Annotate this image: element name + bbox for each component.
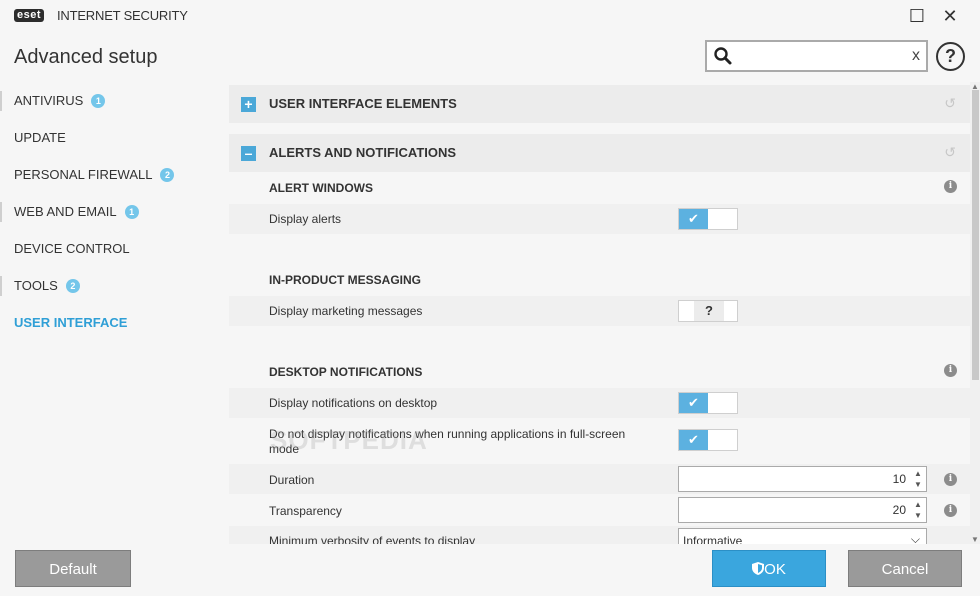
- info-icon[interactable]: i: [944, 364, 957, 377]
- info-icon[interactable]: i: [944, 180, 957, 193]
- clear-search-icon[interactable]: x: [912, 45, 920, 67]
- check-icon: ✔: [679, 393, 708, 413]
- duration-value: 10: [892, 472, 906, 486]
- setting-label: Do not display notifications when runnin…: [269, 427, 626, 456]
- sidebar-item-label: PERSONAL FIREWALL: [14, 167, 153, 182]
- section-title: ALERTS AND NOTIFICATIONS: [269, 145, 457, 160]
- display-alerts-toggle[interactable]: ✔: [678, 208, 738, 230]
- settings-panel: + USER INTERFACE ELEMENTS ↺ – ALERTS AND…: [229, 82, 970, 544]
- sidebar-item-device-control[interactable]: DEVICE CONTROL: [0, 230, 215, 267]
- question-icon: ?: [694, 301, 724, 321]
- sidebar-item-label: UPDATE: [14, 130, 66, 145]
- check-icon: ✔: [679, 430, 708, 450]
- transparency-stepper[interactable]: 20 ▲ ▼: [678, 497, 927, 523]
- info-icon[interactable]: i: [944, 504, 957, 517]
- group-title-desktop-notifications: DESKTOP NOTIFICATIONS: [269, 365, 423, 379]
- sidebar-item-label: DEVICE CONTROL: [14, 241, 130, 256]
- group-title-alert-windows: ALERT WINDOWS: [269, 181, 373, 195]
- product-name: INTERNET SECURITY: [57, 8, 188, 23]
- ok-label: OK: [764, 561, 786, 578]
- sidebar-item-label: TOOLS: [14, 278, 58, 293]
- stepper-arrows-icon[interactable]: ▲ ▼: [912, 468, 924, 490]
- verbosity-value: Informative: [683, 534, 743, 544]
- revert-icon[interactable]: ↺: [944, 95, 956, 112]
- info-icon[interactable]: i: [944, 473, 957, 486]
- shield-icon: [752, 562, 765, 575]
- display-notifications-toggle[interactable]: ✔: [678, 392, 738, 414]
- search-icon: [714, 47, 732, 65]
- setting-label: Transparency: [269, 504, 342, 518]
- page-title: Advanced setup: [14, 46, 158, 68]
- fullscreen-notifications-toggle[interactable]: ✔: [678, 429, 738, 451]
- sidebar-item-antivirus[interactable]: ANTIVIRUS 1: [0, 82, 215, 119]
- scroll-down-icon[interactable]: ▼: [971, 535, 979, 544]
- sidebar-item-label: WEB AND EMAIL: [14, 204, 117, 219]
- eset-logo: eset: [14, 9, 45, 22]
- duration-stepper[interactable]: 10 ▲ ▼: [678, 466, 927, 492]
- chevron-down-icon: ⌵: [910, 532, 920, 544]
- notification-badge: 2: [65, 279, 80, 293]
- default-button[interactable]: Default: [15, 550, 131, 587]
- collapse-icon[interactable]: –: [241, 146, 256, 161]
- marketing-messages-toggle[interactable]: ?: [678, 300, 738, 322]
- scrollbar-thumb[interactable]: [972, 90, 979, 380]
- ok-button[interactable]: OK: [712, 550, 826, 587]
- setting-label: Minimum verbosity of events to display: [269, 534, 476, 544]
- notification-badge: 1: [124, 205, 139, 219]
- sidebar-item-tools[interactable]: TOOLS 2: [0, 267, 215, 304]
- cancel-button[interactable]: Cancel: [848, 550, 962, 587]
- sidebar: ANTIVIRUS 1 UPDATE PERSONAL FIREWALL 2 WEB…: [0, 82, 215, 341]
- sidebar-item-web-and-email[interactable]: WEB AND EMAIL 1: [0, 193, 215, 230]
- setting-label: Display marketing messages: [269, 304, 423, 318]
- sidebar-item-label: ANTIVIRUS: [14, 93, 84, 108]
- notification-badge: 1: [91, 94, 106, 108]
- stepper-arrows-icon[interactable]: ▲ ▼: [912, 499, 924, 521]
- sidebar-item-update[interactable]: UPDATE: [0, 119, 215, 156]
- maximize-button[interactable]: ☐: [904, 4, 930, 28]
- check-icon: ✔: [679, 209, 708, 229]
- search-box[interactable]: x: [705, 40, 928, 72]
- setting-label: Display notifications on desktop: [269, 396, 438, 410]
- vertical-scrollbar[interactable]: ▲ ▼: [970, 82, 980, 544]
- title-bar: eset INTERNET SECURITY ☐ ✕: [0, 0, 980, 32]
- sidebar-item-label: USER INTERFACE: [14, 315, 128, 330]
- notification-badge: 2: [160, 168, 175, 182]
- sidebar-item-personal-firewall[interactable]: PERSONAL FIREWALL 2: [0, 156, 215, 193]
- section-alerts-and-notifications[interactable]: – ALERTS AND NOTIFICATIONS ↺: [229, 134, 970, 172]
- expand-icon[interactable]: +: [241, 97, 256, 112]
- section-user-interface-elements[interactable]: + USER INTERFACE ELEMENTS ↺: [229, 85, 970, 123]
- setting-label: Display alerts: [269, 212, 342, 226]
- verbosity-select[interactable]: Informative ⌵: [678, 528, 927, 544]
- sidebar-item-user-interface[interactable]: USER INTERFACE: [0, 304, 215, 341]
- group-title-in-product-messaging: IN-PRODUCT MESSAGING: [269, 273, 422, 287]
- search-input[interactable]: [737, 45, 905, 67]
- help-icon[interactable]: ?: [936, 42, 965, 71]
- setting-label: Duration: [269, 473, 315, 487]
- transparency-value: 20: [892, 503, 906, 517]
- section-title: USER INTERFACE ELEMENTS: [269, 96, 457, 111]
- revert-icon[interactable]: ↺: [944, 144, 956, 161]
- close-button[interactable]: ✕: [937, 4, 963, 28]
